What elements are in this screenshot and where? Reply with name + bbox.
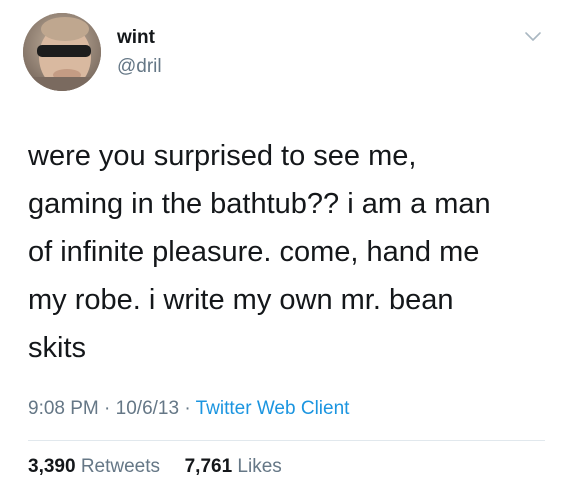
tweet-card: wint @dril were you surprised to see me,… bbox=[0, 0, 567, 496]
divider bbox=[28, 440, 545, 441]
retweets-count: 3,390 bbox=[28, 456, 76, 477]
tweet-stats: 3,390 Retweets 7,761 Likes bbox=[28, 456, 282, 478]
retweets-stat[interactable]: 3,390 Retweets bbox=[28, 456, 165, 477]
display-name[interactable]: wint bbox=[117, 27, 155, 49]
meta-separator: · bbox=[184, 398, 191, 419]
avatar-image bbox=[23, 13, 101, 91]
tweet-text: were you surprised to see me, gaming in … bbox=[28, 140, 491, 364]
avatar[interactable] bbox=[23, 13, 101, 91]
chevron-down-icon[interactable] bbox=[523, 28, 543, 44]
likes-count: 7,761 bbox=[184, 456, 233, 477]
likes-label: Likes bbox=[237, 456, 282, 477]
tweet-date[interactable]: 10/6/13 bbox=[116, 398, 179, 419]
tweet-client-link[interactable]: Twitter Web Client bbox=[196, 398, 350, 419]
meta-separator: · bbox=[104, 398, 111, 419]
user-handle[interactable]: @dril bbox=[117, 56, 162, 78]
retweets-label: Retweets bbox=[80, 456, 161, 477]
likes-stat[interactable]: 7,761 Likes bbox=[179, 456, 282, 477]
tweet-meta: 9:08 PM · 10/6/13 · Twitter Web Client bbox=[28, 398, 349, 420]
tweet-time[interactable]: 9:08 PM bbox=[28, 398, 99, 419]
